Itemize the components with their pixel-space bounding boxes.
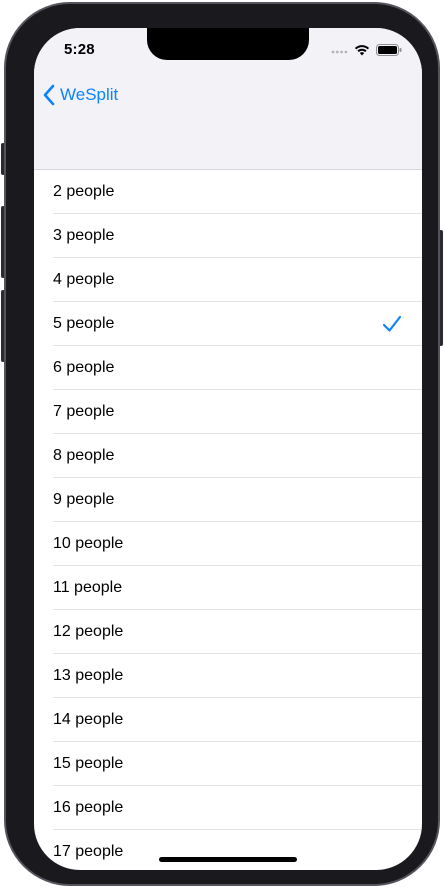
list-item[interactable]: 12 people [34, 610, 422, 654]
status-icons [331, 43, 402, 57]
list-item-label: 12 people [53, 623, 124, 640]
back-button-label: WeSplit [60, 85, 119, 104]
list-item-label: 15 people [53, 755, 124, 772]
chevron-left-icon [43, 84, 55, 106]
phone-device: 5:28 WeSplit 2 people 3 people 4 people … [0, 0, 444, 890]
list-item[interactable]: 6 people [34, 346, 422, 390]
list-item[interactable]: 2 people [34, 170, 422, 214]
list-item[interactable]: 4 people [34, 258, 422, 302]
list-item[interactable]: 14 people [34, 698, 422, 742]
list-item-label: 7 people [53, 403, 115, 420]
checkmark-icon [382, 315, 402, 332]
notch [147, 28, 309, 60]
battery-icon [376, 44, 402, 56]
list-item[interactable]: 7 people [34, 390, 422, 434]
list-item-label: 8 people [53, 447, 115, 464]
list-item-label: 11 people [53, 579, 123, 596]
list-item-label: 4 people [53, 271, 115, 288]
list-item-label: 6 people [53, 359, 115, 376]
phone-frame: 5:28 WeSplit 2 people 3 people 4 people … [4, 2, 440, 886]
list-item[interactable]: 11 people [34, 566, 422, 610]
people-options-list: 2 people 3 people 4 people 5 people 6 people… [34, 170, 422, 870]
list-item[interactable]: 16 people [34, 786, 422, 830]
list-item-label: 14 people [53, 711, 124, 728]
list-item-label: 9 people [53, 491, 115, 508]
list-item-label: 13 people [53, 667, 124, 684]
list-item[interactable]: 5 people [34, 302, 422, 346]
navigation-bar: 5:28 WeSplit [34, 28, 422, 170]
list-item[interactable]: 3 people [34, 214, 422, 258]
screen: 5:28 WeSplit 2 people 3 people 4 people … [34, 28, 422, 870]
list-item-label: 2 people [53, 183, 115, 200]
wifi-icon [354, 45, 370, 56]
list-item[interactable]: 8 people [34, 434, 422, 478]
list-item[interactable]: 10 people [34, 522, 422, 566]
list-item-label: 10 people [53, 535, 124, 552]
list-item-label: 17 people [53, 843, 124, 860]
list-item-label: 5 people [53, 315, 115, 332]
list-item[interactable]: 9 people [34, 478, 422, 522]
list-item[interactable]: 15 people [34, 742, 422, 786]
list-item-label: 16 people [53, 799, 124, 816]
home-indicator[interactable] [159, 857, 297, 862]
status-time: 5:28 [64, 41, 95, 58]
back-button[interactable]: WeSplit [42, 81, 118, 109]
list-item-label: 3 people [53, 227, 115, 244]
list-item[interactable]: 13 people [34, 654, 422, 698]
list-item[interactable]: 17 people [34, 830, 422, 870]
cellular-signal-icon [331, 50, 348, 54]
